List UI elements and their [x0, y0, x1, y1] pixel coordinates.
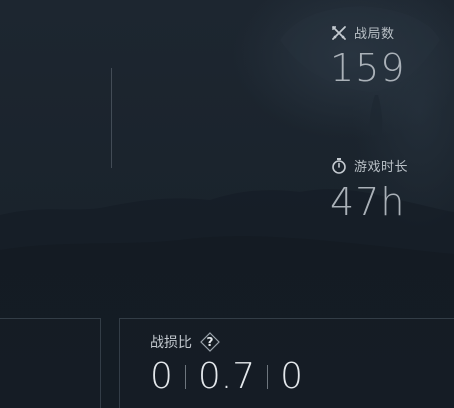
- matches-label-row: 战局数: [330, 23, 395, 42]
- help-icon[interactable]: ?: [200, 332, 220, 352]
- help-icon-glyph: ?: [206, 335, 214, 349]
- playtime-label: 游戏时长: [354, 160, 409, 175]
- kd-separator: [184, 364, 186, 389]
- deaths-value: 0: [280, 356, 304, 397]
- divider-line: [111, 68, 112, 168]
- matches-label: 战局数: [354, 27, 395, 42]
- stopwatch-icon: [332, 157, 346, 174]
- kills-value: 0: [150, 356, 173, 397]
- matches-value: 159: [330, 46, 406, 90]
- left-panel: [0, 318, 101, 408]
- crossed-swords-icon: [332, 25, 346, 40]
- kd-label: 战损比: [150, 335, 192, 351]
- playtime-value: 47h: [330, 180, 406, 224]
- kd-values: 0 0.7 0: [150, 356, 303, 397]
- ratio-value: 0.7: [197, 356, 256, 397]
- playtime-label-row: 游戏时长: [330, 156, 408, 175]
- kd-separator: [267, 364, 269, 389]
- kd-label-row: 战损比 ?: [150, 332, 220, 352]
